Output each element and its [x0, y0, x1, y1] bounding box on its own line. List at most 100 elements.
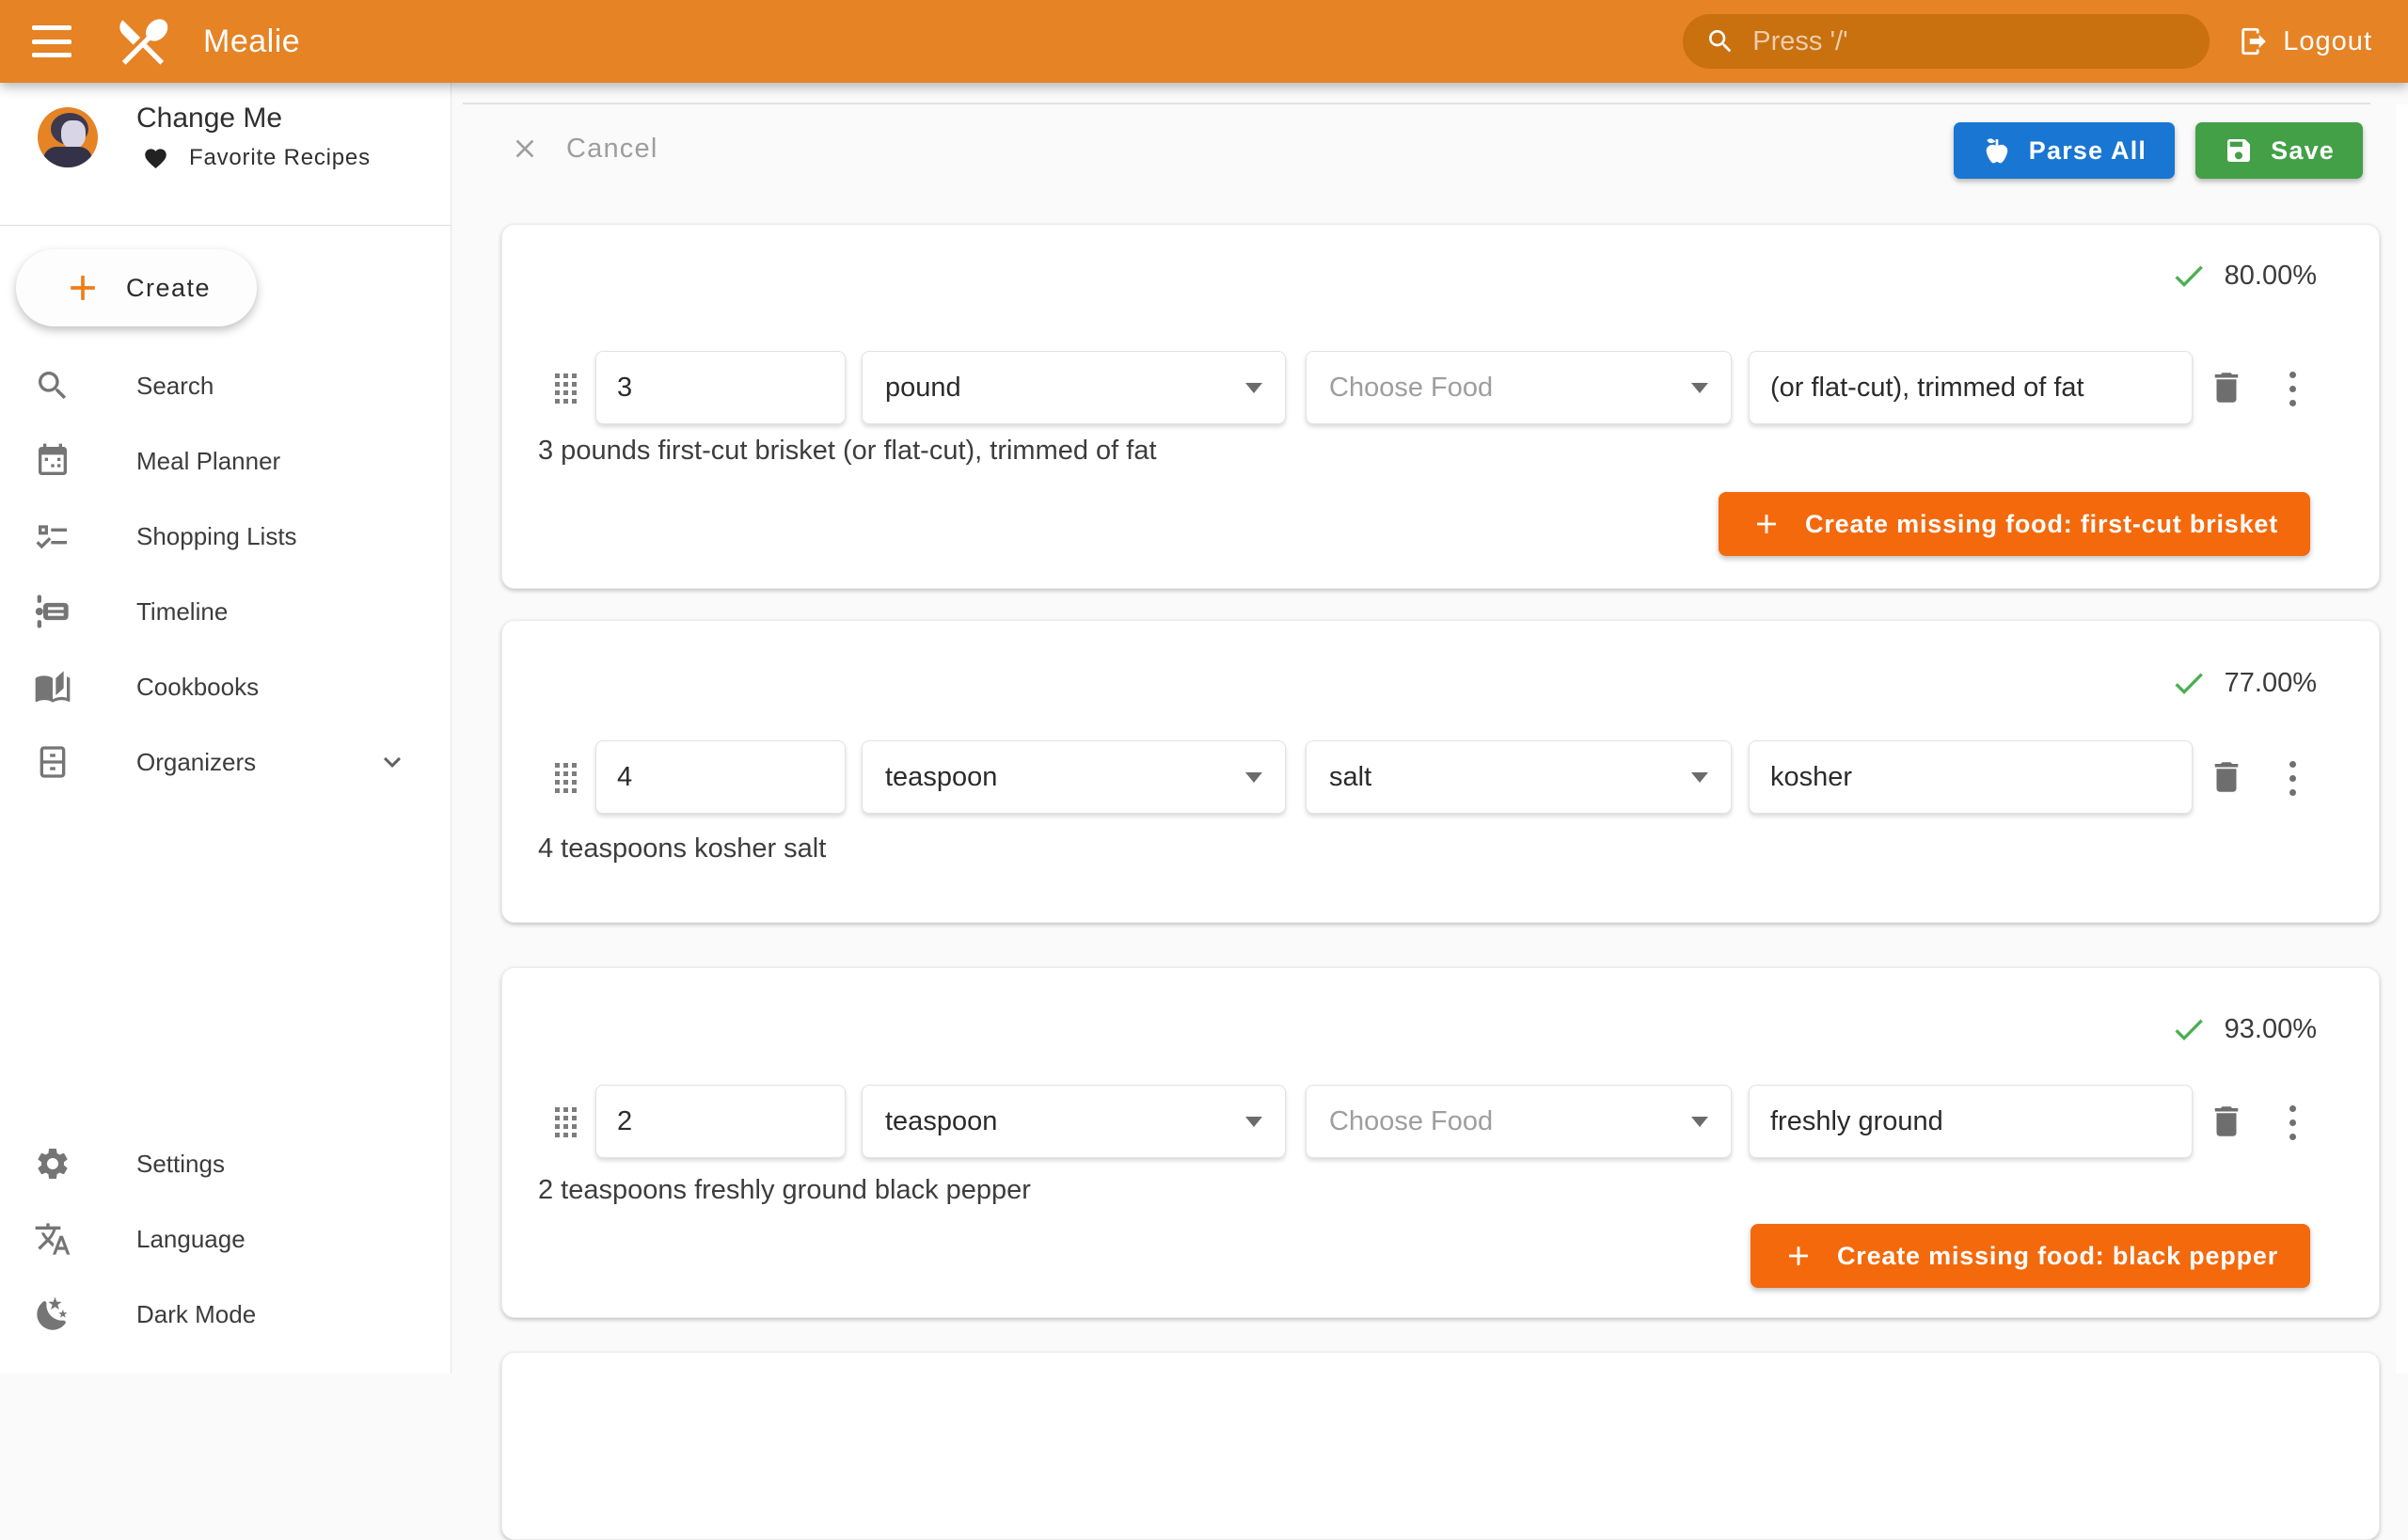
create-missing-food-button[interactable]: Create missing food: first-cut brisket: [1719, 492, 2310, 556]
caret-down-icon: [1245, 772, 1262, 783]
delete-button[interactable]: [2207, 1102, 2246, 1141]
kebab-menu-button[interactable]: [2288, 1103, 2298, 1142]
scrollbar[interactable]: [2396, 104, 2408, 1373]
sidebar-footer-nav: Settings Language Dark Mode: [0, 1126, 451, 1352]
create-button[interactable]: Create: [16, 249, 257, 326]
checklist-icon: [34, 517, 71, 555]
caret-down-icon: [1691, 383, 1708, 393]
sidebar-item-organizers[interactable]: Organizers: [0, 724, 451, 800]
original-ingredient-text: 2 teaspoons freshly ground black pepper: [538, 1175, 1031, 1206]
avatar[interactable]: [38, 107, 98, 167]
caret-down-icon: [1245, 383, 1262, 393]
logout-icon: [2238, 25, 2270, 57]
cabinet-icon: [34, 743, 71, 781]
unit-select[interactable]: teaspoon: [862, 740, 1286, 814]
translate-icon: [34, 1220, 71, 1258]
sidebar-item-dark-mode[interactable]: Dark Mode: [0, 1277, 451, 1352]
drag-handle-icon[interactable]: [555, 763, 577, 793]
ingredient-parser-panel: Cancel Parse All Save 80.00% pound: [452, 83, 2408, 1373]
sidebar-item-label: Language: [136, 1225, 246, 1254]
drag-handle-icon[interactable]: [555, 373, 577, 404]
delete-button[interactable]: [2207, 757, 2246, 797]
parse-all-label: Parse All: [2029, 136, 2147, 166]
sidebar-item-label: Timeline: [136, 597, 228, 627]
confidence-indicator: 80.00%: [2170, 257, 2317, 294]
save-icon: [2224, 135, 2254, 166]
ingredient-fields-row: teaspoon salt: [502, 740, 2379, 816]
ingredient-card: 77.00% teaspoon salt 4 teaspoo: [501, 620, 2380, 923]
cancel-button[interactable]: Cancel: [510, 122, 657, 175]
sidebar-item-timeline[interactable]: Timeline: [0, 574, 451, 649]
delete-button[interactable]: [2207, 368, 2246, 407]
favorite-recipes-link[interactable]: Favorite Recipes: [143, 145, 371, 171]
food-value: salt: [1329, 762, 1371, 793]
food-select[interactable]: Choose Food: [1306, 351, 1732, 424]
sidebar-nav: Search Meal Planner Shopping Lists: [0, 348, 451, 800]
note-input[interactable]: [1749, 351, 2193, 424]
moon-stars-icon: [34, 1295, 71, 1333]
caret-down-icon: [1245, 1117, 1262, 1127]
app-title: Mealie: [203, 24, 300, 60]
plus-icon: [1751, 508, 1782, 540]
parse-all-button[interactable]: Parse All: [1954, 122, 2175, 179]
trash-icon: [2207, 757, 2246, 797]
plus-icon: [1782, 1240, 1814, 1272]
ingredient-card: 80.00% pound Choose Food 3 pou: [501, 224, 2380, 589]
quantity-input[interactable]: [595, 1085, 846, 1158]
create-missing-food-label: Create missing food: first-cut brisket: [1805, 510, 2278, 539]
sidebar-item-shopping-lists[interactable]: Shopping Lists: [0, 499, 451, 574]
close-icon: [510, 134, 540, 164]
food-select[interactable]: salt: [1306, 740, 1732, 814]
search-input[interactable]: [1752, 26, 2166, 57]
plus-icon: [62, 267, 103, 309]
search-icon: [1705, 26, 1735, 56]
mealie-app: Mealie Logout Change Me Favorite Recipes: [0, 0, 2408, 1373]
unit-select[interactable]: teaspoon: [862, 1085, 1286, 1158]
quantity-input[interactable]: [595, 351, 846, 424]
gear-icon: [34, 1145, 71, 1183]
kebab-menu-button[interactable]: [2288, 370, 2298, 408]
save-button[interactable]: Save: [2195, 122, 2363, 179]
sidebar-item-label: Settings: [136, 1150, 225, 1179]
quantity-input[interactable]: [595, 740, 846, 814]
logout-button[interactable]: Logout: [2238, 25, 2372, 57]
create-missing-food-button[interactable]: Create missing food: black pepper: [1751, 1224, 2310, 1288]
sidebar-item-label: Search: [136, 372, 214, 401]
confidence-value: 77.00%: [2225, 668, 2317, 699]
hamburger-menu-icon[interactable]: [32, 25, 73, 57]
calendar-icon: [34, 442, 71, 480]
sidebar-item-meal-planner[interactable]: Meal Planner: [0, 423, 451, 499]
sidebar-divider: [0, 225, 451, 226]
check-icon: [2170, 1010, 2208, 1048]
favorite-recipes-label: Favorite Recipes: [189, 145, 371, 171]
caret-down-icon: [1691, 1117, 1708, 1127]
kebab-menu-button[interactable]: [2288, 759, 2298, 798]
caret-down-icon: [1691, 772, 1708, 783]
sidebar-item-label: Cookbooks: [136, 673, 259, 702]
create-missing-food-label: Create missing food: black pepper: [1837, 1242, 2278, 1271]
original-ingredient-text: 3 pounds first-cut brisket (or flat-cut)…: [538, 436, 1157, 467]
sidebar-item-cookbooks[interactable]: Cookbooks: [0, 649, 451, 724]
note-input[interactable]: [1749, 740, 2193, 814]
trash-icon: [2207, 1102, 2246, 1141]
check-icon: [2170, 257, 2208, 294]
unit-select[interactable]: pound: [862, 351, 1286, 424]
sidebar-item-settings[interactable]: Settings: [0, 1126, 451, 1201]
sidebar-item-search[interactable]: Search: [0, 348, 451, 423]
content-divider: [463, 103, 2370, 104]
food-select[interactable]: Choose Food: [1306, 1085, 1732, 1158]
sidebar-item-label: Meal Planner: [136, 447, 280, 476]
timeline-icon: [34, 593, 71, 630]
sidebar-item-language[interactable]: Language: [0, 1201, 451, 1277]
food-placeholder: Choose Food: [1329, 1106, 1493, 1137]
unit-value: pound: [885, 373, 961, 404]
ingredient-card: [501, 1352, 2380, 1540]
drag-handle-icon[interactable]: [555, 1107, 577, 1137]
unit-value: teaspoon: [885, 1106, 997, 1137]
global-search[interactable]: [1683, 14, 2210, 69]
note-input[interactable]: [1749, 1085, 2193, 1158]
sidebar-item-label: Organizers: [136, 748, 256, 777]
user-name: Change Me: [136, 103, 282, 135]
confidence-indicator: 93.00%: [2170, 1010, 2317, 1048]
original-ingredient-text: 4 teaspoons kosher salt: [538, 834, 826, 865]
